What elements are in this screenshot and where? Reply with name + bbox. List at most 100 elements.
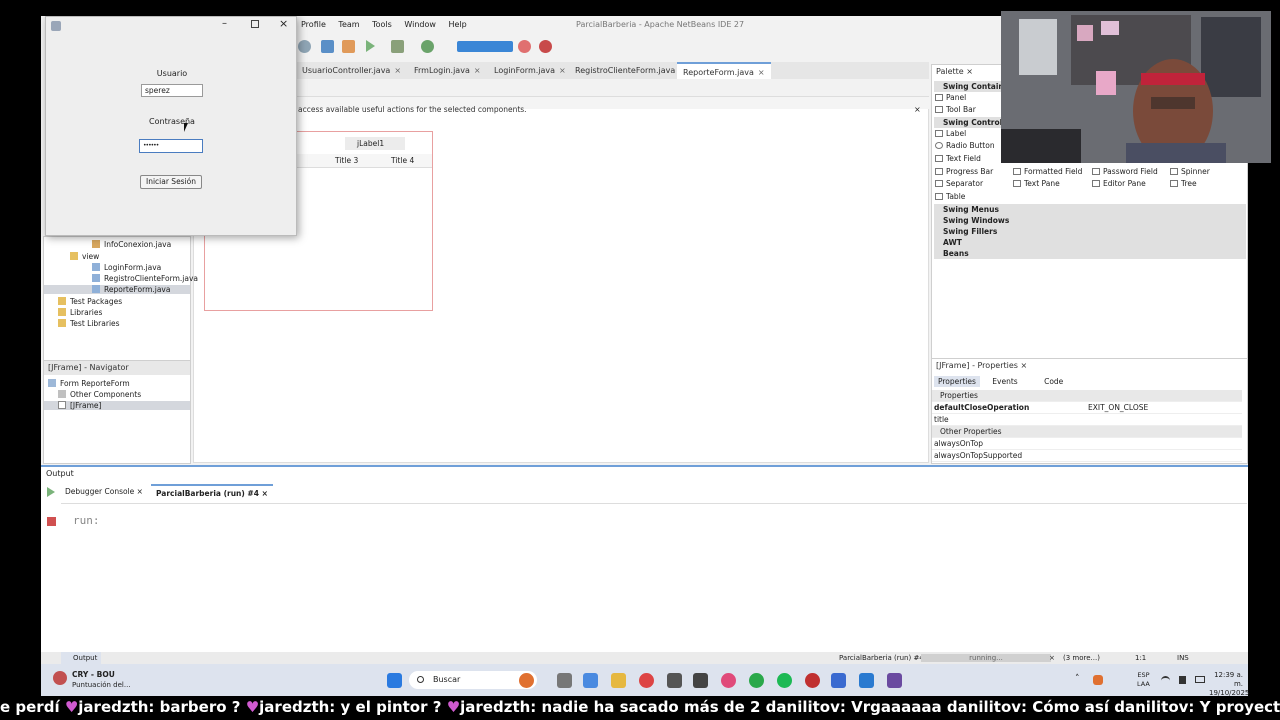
editor-tab-active[interactable]: ReporteForm.java ×	[677, 62, 771, 79]
rerun-icon[interactable]	[47, 487, 55, 497]
password-field[interactable]: ••••••	[139, 139, 203, 153]
palette-group[interactable]: Swing Fillers	[934, 226, 1246, 237]
tree-item[interactable]: RegistroClienteForm.java	[92, 274, 198, 283]
property-row[interactable]: alwaysOnTopSupported	[932, 450, 1242, 462]
palette-item[interactable]: Tree	[1170, 179, 1197, 188]
profiler-icon[interactable]	[539, 40, 552, 53]
output-toggle[interactable]: Output	[61, 652, 102, 664]
palette-item[interactable]: Text Field	[935, 154, 981, 163]
app-icon[interactable]	[721, 673, 736, 688]
file-explorer-icon[interactable]	[611, 673, 626, 688]
memory-graph-icon[interactable]	[457, 41, 513, 52]
chrome-icon[interactable]	[639, 673, 654, 688]
editor-tab[interactable]: RegistroClienteForm.java×	[569, 62, 692, 79]
tray-chevron-icon[interactable]: ˄	[1075, 674, 1080, 684]
palette-item[interactable]: Password Field	[1092, 167, 1158, 176]
tree-item[interactable]: Test Packages	[58, 297, 122, 306]
tree-item[interactable]: InfoConexion.java	[92, 240, 171, 249]
more-tasks[interactable]: (3 more...)	[1063, 652, 1100, 664]
palette-item[interactable]: Separator	[935, 179, 983, 188]
menu-team[interactable]: Team	[338, 20, 359, 29]
vscode-icon[interactable]	[859, 673, 874, 688]
property-row[interactable]: title	[932, 414, 1242, 426]
palette-item[interactable]: Editor Pane	[1092, 179, 1146, 188]
navigator-item[interactable]: Other Components	[58, 390, 141, 399]
palette-item[interactable]: Radio Button	[935, 141, 995, 150]
palette-item[interactable]: Label	[935, 129, 966, 138]
property-row[interactable]: alwaysOnTop	[932, 438, 1242, 450]
property-row[interactable]: defaultCloseOperation EXIT_ON_CLOSE	[932, 402, 1242, 414]
run-icon[interactable]	[366, 40, 375, 52]
language-indicator[interactable]: ESP LAA	[1137, 671, 1150, 689]
navigator-item-selected[interactable]: [JFrame]	[44, 401, 190, 410]
menu-window[interactable]: Window	[404, 20, 436, 29]
close-icon[interactable]: ×	[137, 487, 143, 496]
battery-icon[interactable]	[1195, 676, 1205, 683]
palette-group[interactable]: Beans	[934, 248, 1246, 259]
maximize-icon[interactable]	[251, 20, 259, 28]
run-clean-icon[interactable]	[298, 40, 311, 53]
tree-item[interactable]: Libraries	[58, 308, 102, 317]
palette-item[interactable]: Spinner	[1170, 167, 1210, 176]
wifi-icon[interactable]	[1161, 676, 1170, 685]
palette-item[interactable]: Tool Bar	[935, 105, 976, 114]
jlabel1[interactable]: jLabel1	[345, 137, 405, 150]
widget-icon[interactable]	[519, 673, 534, 688]
close-icon[interactable]: ×	[394, 66, 401, 75]
volume-icon[interactable]	[1179, 676, 1186, 684]
spotify-icon[interactable]	[777, 673, 792, 688]
app-icon[interactable]	[831, 673, 846, 688]
tab-code[interactable]: Code	[1044, 377, 1063, 386]
close-icon[interactable]: ×	[559, 66, 566, 75]
app-icon[interactable]	[693, 673, 708, 688]
palette-item[interactable]: Formatted Field	[1013, 167, 1082, 176]
property-value[interactable]: EXIT_ON_CLOSE	[1088, 402, 1148, 414]
whatsapp-icon[interactable]	[749, 673, 764, 688]
palette-item[interactable]: Text Pane	[1013, 179, 1060, 188]
build-icon[interactable]	[321, 40, 334, 53]
search-box[interactable]: Buscar	[409, 671, 537, 689]
username-field[interactable]: sperez	[141, 84, 203, 97]
palette-item[interactable]: Table	[935, 192, 965, 201]
output-tab[interactable]: Debugger Console ×	[65, 487, 143, 496]
output-tab-active[interactable]: ParcialBarberia (run) #4 ×	[151, 484, 273, 501]
editor-tab[interactable]: FrmLogin.java ×	[408, 62, 487, 79]
tree-item[interactable]: LoginForm.java	[92, 263, 161, 272]
media-widget-icon[interactable]	[53, 671, 67, 685]
output-console[interactable]: run:	[61, 503, 1247, 651]
close-icon[interactable]: ×	[279, 17, 288, 30]
cancel-icon[interactable]: ×	[1049, 652, 1055, 664]
menu-help[interactable]: Help	[448, 20, 466, 29]
tab-properties[interactable]: Properties	[934, 376, 980, 387]
tree-item[interactable]: view	[70, 252, 99, 261]
store-icon[interactable]	[667, 673, 682, 688]
palette-group[interactable]: Swing Windows	[934, 215, 1246, 226]
palette-group[interactable]: Swing Menus	[934, 204, 1246, 215]
close-icon[interactable]: ×	[262, 489, 268, 498]
clock[interactable]: 12:39 a. m. 19/10/2025	[1209, 671, 1249, 698]
palette-item[interactable]: Progress Bar	[935, 167, 993, 176]
navigator-item[interactable]: Form ReporteForm	[48, 379, 130, 388]
tree-item-selected[interactable]: ReporteForm.java	[44, 285, 190, 294]
minimize-icon[interactable]: –	[222, 18, 227, 29]
palette-item[interactable]: Panel	[935, 93, 966, 102]
gc-icon[interactable]	[518, 40, 531, 53]
close-icon[interactable]: ×	[1020, 361, 1027, 370]
task-view-icon[interactable]	[557, 673, 572, 688]
close-icon[interactable]: ×	[474, 66, 481, 75]
login-button[interactable]: Iniciar Sesión	[140, 175, 202, 189]
menu-profile[interactable]: Profile	[301, 20, 326, 29]
tab-events[interactable]: Events	[992, 377, 1017, 386]
tray-icon[interactable]	[1093, 675, 1103, 685]
netbeans-icon[interactable]	[887, 673, 902, 688]
debug-icon[interactable]	[391, 40, 404, 53]
menu-tools[interactable]: Tools	[372, 20, 392, 29]
palette-group[interactable]: AWT	[934, 237, 1246, 248]
tree-item[interactable]: Test Libraries	[58, 319, 120, 328]
stop-icon[interactable]	[47, 517, 56, 526]
editor-tab[interactable]: UsuarioController.java ×	[296, 62, 407, 79]
profile-icon[interactable]	[421, 40, 434, 53]
editor-tab[interactable]: LoginForm.java ×	[488, 62, 572, 79]
clean-build-icon[interactable]	[342, 40, 355, 53]
close-icon[interactable]: ×	[758, 68, 765, 77]
